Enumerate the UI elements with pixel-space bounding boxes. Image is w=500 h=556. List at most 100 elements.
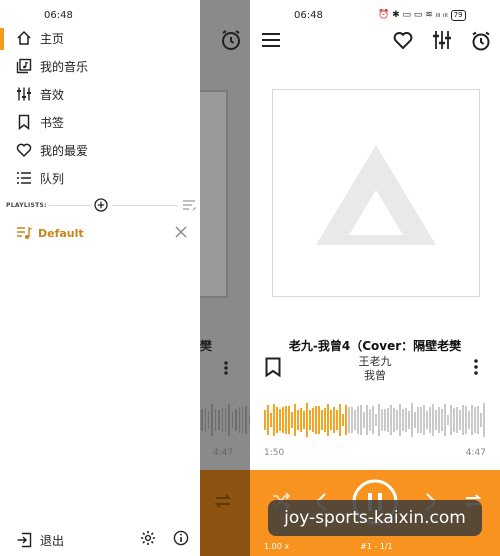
- selection-indicator: [0, 28, 4, 50]
- bookmark-icon: [18, 114, 30, 131]
- drawer-item-label: 音效: [40, 87, 65, 102]
- playlist-item-default[interactable]: Default: [16, 224, 192, 242]
- waveform-bar: [447, 415, 449, 425]
- menu-icon[interactable]: [262, 32, 280, 48]
- waveform-bar: [238, 407, 240, 433]
- waveform-bar: [285, 405, 287, 435]
- waveform-bar: [214, 409, 217, 431]
- waveform-bar: [390, 404, 392, 436]
- album-cover: [272, 89, 480, 297]
- drawer-item-my-music[interactable]: 我的音乐: [16, 56, 88, 76]
- waveform-seekbar[interactable]: [264, 400, 486, 440]
- playlist-label: Default: [38, 226, 84, 240]
- waveform-bar: [300, 407, 302, 433]
- waveform-bar: [327, 403, 329, 437]
- waveform-bar: [426, 410, 428, 430]
- waveform-bar: [396, 410, 398, 430]
- waveform-bar: [282, 407, 284, 433]
- add-playlist-icon[interactable]: [94, 198, 108, 212]
- waveform-bar: [231, 412, 234, 428]
- queue-icon: [17, 172, 31, 184]
- waveform-bar: [312, 408, 314, 432]
- queue-position: #1 - 1/1: [360, 542, 393, 551]
- waveform-bar: [459, 410, 461, 430]
- waveform-bar: [339, 403, 341, 437]
- waveform-bar: [291, 411, 293, 429]
- waveform-bar: [357, 405, 359, 435]
- drawer-item-label: 我的音乐: [40, 59, 89, 74]
- waveform-bar: [414, 411, 416, 429]
- waveform-bar: [241, 407, 244, 433]
- waveform-bar: [417, 407, 419, 433]
- waveform-bar: [393, 407, 395, 433]
- drawer-item-audio-effects[interactable]: 音效: [16, 84, 64, 104]
- exit-button[interactable]: 退出: [16, 530, 64, 550]
- more-options-icon[interactable]: [468, 358, 484, 376]
- waveform-bar: [456, 406, 458, 434]
- drawer-item-favorites[interactable]: 我的最爱: [16, 140, 88, 160]
- divider: [48, 204, 93, 206]
- drawer-footer: 退出: [0, 526, 200, 550]
- waveform-bar: [297, 409, 299, 431]
- playback-speed[interactable]: 1.00 x: [264, 542, 289, 551]
- waveform-bar: [429, 406, 431, 434]
- status-time-left: 06:48: [44, 9, 73, 21]
- waveform-bar: [345, 405, 347, 435]
- battery-icon: 79: [450, 9, 466, 21]
- close-icon[interactable]: [175, 226, 187, 238]
- waveform-bar: [420, 407, 422, 433]
- drawer-item-label: 队列: [40, 171, 65, 186]
- playlists-label: PLAYLISTS:: [6, 201, 47, 209]
- waveform-bar: [408, 411, 410, 429]
- waveform-bar: [267, 405, 269, 435]
- favorite-heart-icon[interactable]: [393, 30, 413, 50]
- waveform-bar: [423, 405, 425, 435]
- sort-playlists-icon[interactable]: [182, 199, 196, 211]
- waveform-bar: [315, 406, 317, 434]
- waveform-bar: [366, 405, 368, 435]
- waveform-bar: [399, 404, 401, 436]
- waveform-bar: [441, 408, 443, 432]
- divider: [112, 204, 178, 206]
- waveform-bar: [438, 407, 440, 433]
- waveform-bar: [309, 409, 311, 431]
- default-cover-logo-icon: [316, 145, 436, 245]
- waveform-bar: [468, 411, 470, 429]
- drawer-item-home[interactable]: 主页: [16, 28, 64, 48]
- info-icon[interactable]: [173, 530, 189, 546]
- drawer-item-label: 我的最爱: [40, 143, 89, 158]
- waveform-bar: [405, 408, 407, 432]
- waveform-bar: [245, 405, 247, 435]
- drawer-item-label: 书签: [40, 115, 65, 130]
- waveform-bar: [384, 408, 386, 432]
- drawer-item-label: 主页: [40, 31, 65, 46]
- home-icon: [17, 30, 31, 45]
- waveform-bar: [221, 407, 223, 433]
- waveform-bar: [453, 408, 455, 432]
- dimmed-duration: 4:47: [213, 448, 234, 458]
- drawer-item-bookmarks[interactable]: 书签: [16, 112, 64, 132]
- waveform-bar: [228, 404, 230, 436]
- waveform-bar: [342, 413, 344, 427]
- equalizer-icon[interactable]: [432, 30, 452, 50]
- waveform-bar: [306, 403, 308, 437]
- player-screen: 06:48 ⏰ ✱ ▭ ▭ ≋ ᵢₗₗ ᵢₗₗ 79 老九-我曾4（Cover：隔…: [250, 0, 500, 556]
- waveform-bar: [264, 410, 266, 430]
- waveform-bar: [207, 411, 210, 429]
- waveform-bar: [318, 405, 320, 435]
- waveform-bar: [333, 407, 335, 433]
- sleep-timer-icon[interactable]: [470, 30, 492, 52]
- waveform-bar: [444, 404, 446, 436]
- waveform-bar: [477, 406, 479, 434]
- duration-time: 4:47: [465, 448, 486, 458]
- repeat-icon: [214, 494, 232, 508]
- drawer-item-queue[interactable]: 队列: [16, 168, 64, 188]
- waveform-bar: [387, 407, 389, 433]
- playlists-header: PLAYLISTS:: [6, 196, 196, 214]
- status-time-right: 06:48: [294, 9, 323, 21]
- settings-gear-icon[interactable]: [140, 530, 156, 546]
- waveform-bar: [336, 410, 338, 430]
- timer-icon[interactable]: [219, 28, 243, 52]
- waveform-bar: [321, 409, 323, 431]
- waveform-bar: [363, 412, 365, 428]
